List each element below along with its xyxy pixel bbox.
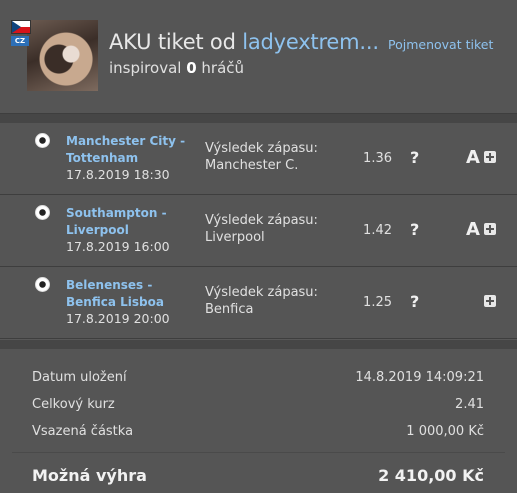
inspired-suffix: hráčů xyxy=(196,59,245,77)
match-date: 17.8.2019 16:00 xyxy=(66,239,170,254)
bet-odds: 1.25 xyxy=(363,295,392,310)
bet-odds: 1.42 xyxy=(363,223,392,238)
saved-date-label: Datum uložení xyxy=(32,370,127,385)
bet-result: Výsledek zápasu: Liverpool xyxy=(205,212,318,246)
match-date: 17.8.2019 20:00 xyxy=(66,311,170,326)
result-value: Benfica xyxy=(205,302,254,317)
status-unknown-icon: ? xyxy=(410,292,420,311)
rename-ticket-link[interactable]: Pojmenovat tiket xyxy=(388,37,493,52)
possible-win-label: Možná výhra xyxy=(32,466,147,485)
result-value: Liverpool xyxy=(205,230,265,245)
bet-row: Southampton - Liverpool 17.8.2019 16:00 … xyxy=(0,195,517,267)
bet-odds: 1.36 xyxy=(363,151,392,166)
bet-row: Belenenses - Benfica Lisboa 17.8.2019 20… xyxy=(0,267,517,339)
inspired-count-text: inspiroval 0 hráčů xyxy=(109,59,244,77)
status-unknown-icon: ? xyxy=(410,148,420,167)
result-label: Výsledek zápasu: xyxy=(205,141,318,156)
bet-row: Manchester City - Tottenham 17.8.2019 18… xyxy=(0,123,517,195)
football-icon xyxy=(35,133,50,148)
title-prefix: AKU tiket od xyxy=(109,30,243,54)
result-label: Výsledek zápasu: xyxy=(205,213,318,228)
bet-list: Manchester City - Tottenham 17.8.2019 18… xyxy=(0,123,517,339)
czech-flag-icon xyxy=(11,20,31,34)
section-divider xyxy=(0,114,517,123)
match-link[interactable]: Southampton - Liverpool xyxy=(66,205,191,239)
bet-result: Výsledek zápasu: Benfica xyxy=(205,284,318,318)
inspired-count: 0 xyxy=(186,59,197,77)
section-divider xyxy=(0,340,517,349)
football-icon xyxy=(35,277,50,292)
match-date: 17.8.2019 18:30 xyxy=(66,167,170,182)
result-value: Manchester C. xyxy=(205,158,299,173)
expand-plus-icon[interactable] xyxy=(484,295,496,307)
ticket-header: CZ AKU tiket od ladyextrem... inspiroval… xyxy=(0,0,517,114)
possible-win-value: 2 410,00 Kč xyxy=(378,466,484,485)
ticket-summary: Datum uložení 14.8.2019 14:09:21 Celkový… xyxy=(0,349,517,493)
stake-label: Vsazená částka xyxy=(32,424,134,439)
stake-value: 1 000,00 Kč xyxy=(406,424,484,439)
match-link[interactable]: Manchester City - Tottenham xyxy=(66,133,191,167)
summary-divider xyxy=(12,452,505,453)
user-avatar[interactable] xyxy=(27,20,98,91)
analysis-icon[interactable]: A xyxy=(466,147,480,168)
total-odds-label: Celkový kurz xyxy=(32,397,115,412)
football-icon xyxy=(35,205,50,220)
ticket-title: AKU tiket od ladyextrem... xyxy=(109,30,379,54)
status-unknown-icon: ? xyxy=(410,220,420,239)
inspired-prefix: inspiroval xyxy=(109,59,187,77)
saved-date-value: 14.8.2019 14:09:21 xyxy=(355,370,484,385)
bet-result: Výsledek zápasu: Manchester C. xyxy=(205,140,318,174)
username-link[interactable]: ladyextrem... xyxy=(242,30,379,54)
analysis-icon[interactable]: A xyxy=(466,219,480,240)
match-link[interactable]: Belenenses - Benfica Lisboa xyxy=(66,277,191,311)
expand-plus-icon[interactable] xyxy=(484,151,496,163)
result-label: Výsledek zápasu: xyxy=(205,285,318,300)
country-code-badge: CZ xyxy=(11,36,29,46)
expand-plus-icon[interactable] xyxy=(484,223,496,235)
total-odds-value: 2.41 xyxy=(455,397,484,412)
